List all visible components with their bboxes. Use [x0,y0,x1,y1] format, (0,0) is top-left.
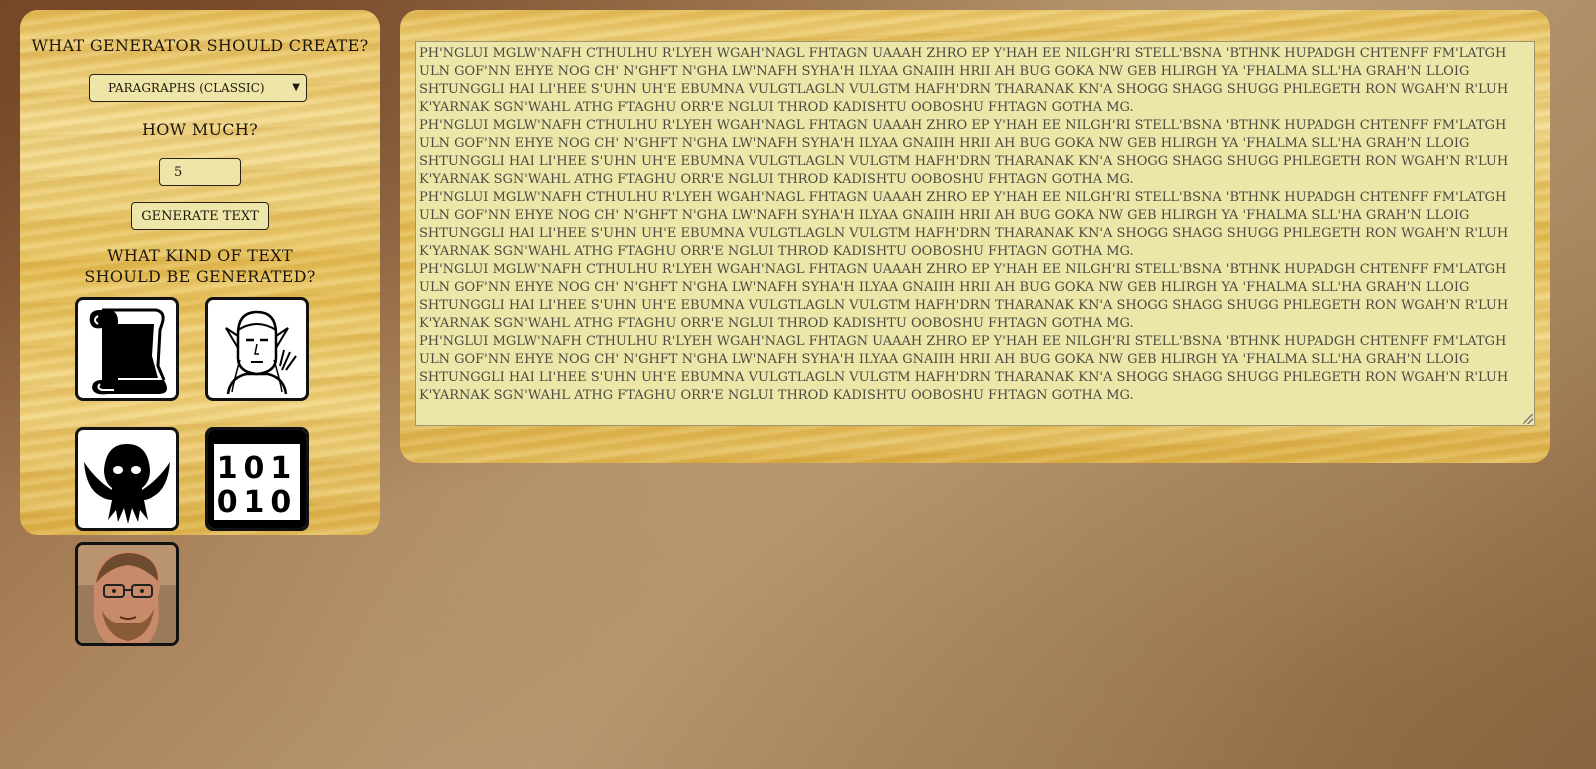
output-paragraph: Ph'nglui mglw'nafh Cthulhu R'lyeh wgah'n… [419,46,1509,115]
generator-select[interactable]: Paragraphs (classic) ▼ [89,74,307,102]
scroll-icon [89,308,167,395]
output-paragraph: Ph'nglui mglw'nafh Cthulhu R'lyeh wgah'n… [419,262,1509,331]
text-kind-scroll[interactable] [75,297,179,401]
output-paragraph: Ph'nglui mglw'nafh Cthulhu R'lyeh wgah'n… [419,334,1509,403]
binary-row-1: 101 [217,451,298,486]
generated-text-area[interactable]: Ph'nglui mglw'nafh Cthulhu R'lyeh wgah'n… [415,41,1535,426]
person-photo-icon [78,545,176,643]
amount-heading: How much? [142,120,258,139]
generator-heading: What generator should create? [31,36,369,55]
chevron-down-icon: ▼ [292,82,300,93]
text-kind-heading: What kind of text should be generated? [20,245,380,287]
text-kind-elf[interactable] [205,297,309,401]
text-kind-person[interactable] [75,542,179,646]
resize-grip-icon[interactable] [1523,414,1533,424]
cthulhu-icon [84,444,170,524]
text-kind-binary[interactable]: 101 010 [205,427,309,531]
generator-select-value: Paragraphs (classic) [108,81,265,95]
binary-icon: 101 010 [208,430,306,528]
elf-icon [225,310,297,395]
text-kind-heading-line1: What kind of text [107,246,293,265]
binary-row-2: 010 [217,485,298,520]
generator-panel: What generator should create? Paragraphs… [20,10,380,535]
output-paragraph: Ph'nglui mglw'nafh Cthulhu R'lyeh wgah'n… [419,190,1509,259]
output-paragraph: Ph'nglui mglw'nafh Cthulhu R'lyeh wgah'n… [419,118,1509,187]
text-kind-heading-line2: should be generated? [84,267,316,286]
generate-text-button[interactable]: Generate text [131,202,269,230]
text-kind-cthulhu[interactable] [75,427,179,531]
amount-input[interactable] [159,158,241,186]
